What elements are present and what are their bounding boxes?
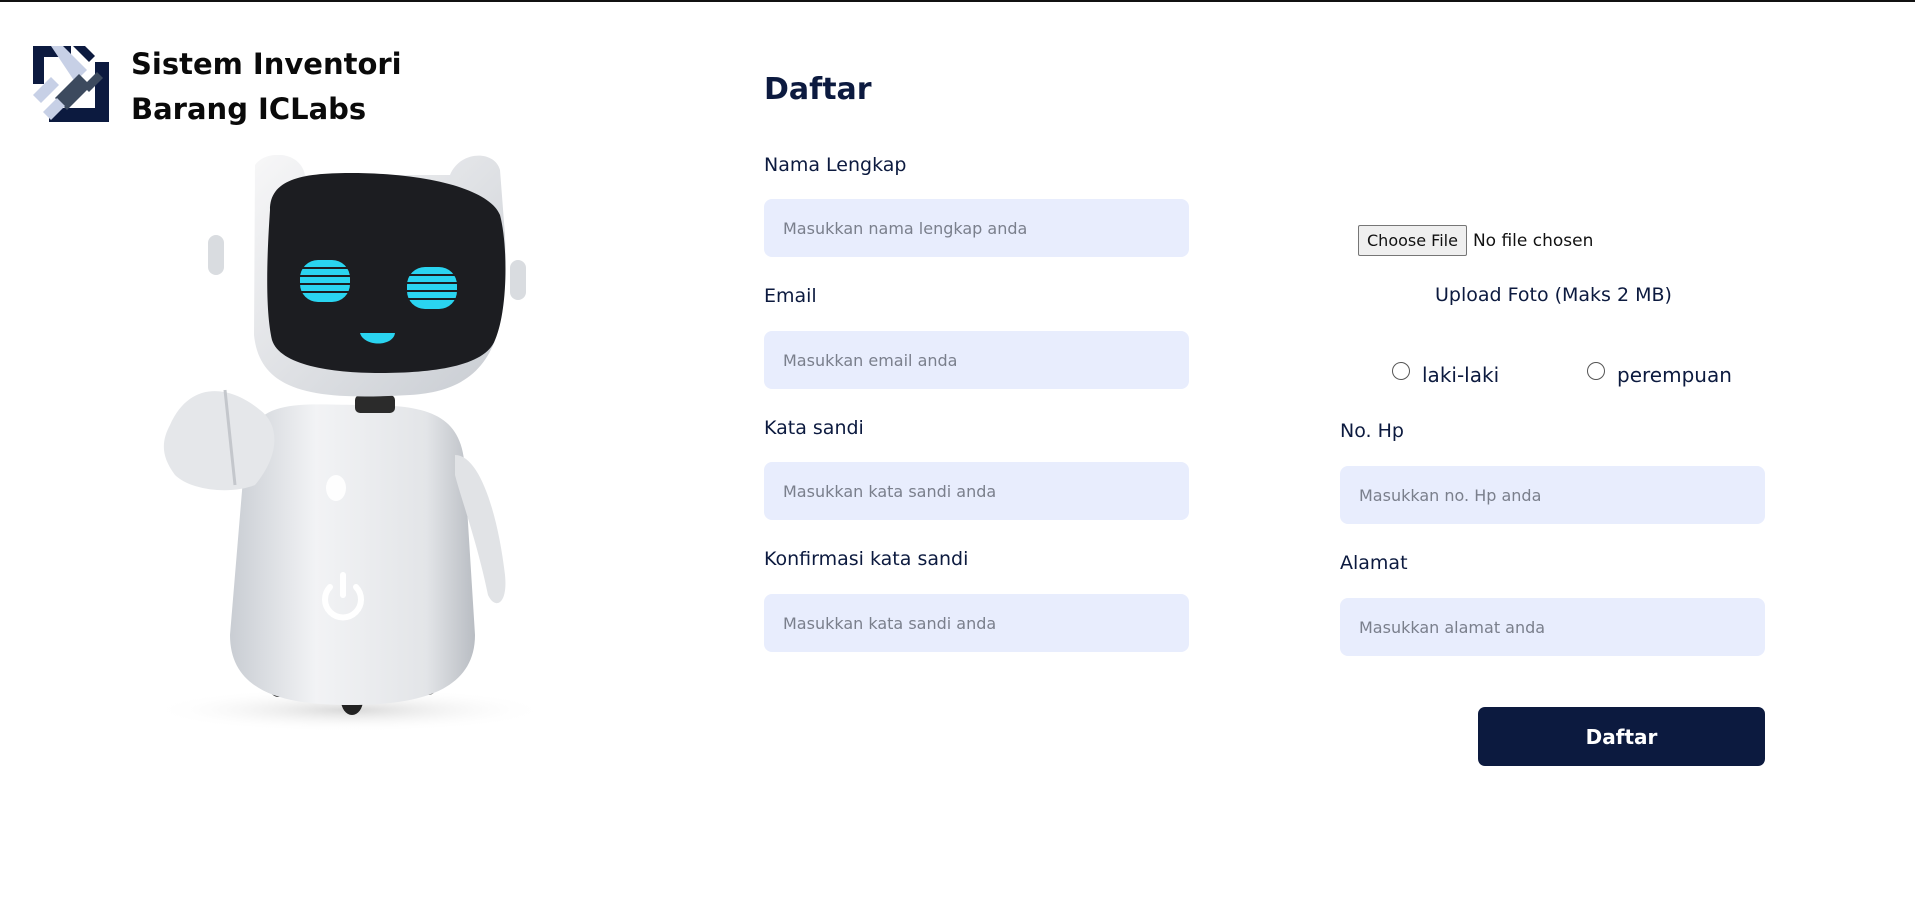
gender-label-female: perempuan xyxy=(1617,363,1732,387)
full-name-label: Nama Lengkap xyxy=(764,154,907,176)
password-input[interactable] xyxy=(764,462,1189,520)
app-title-line1: Sistem Inventori xyxy=(131,47,402,81)
address-label: Alamat xyxy=(1340,552,1408,574)
photo-upload: Choose File No file chosen xyxy=(1358,225,1593,256)
register-submit-button[interactable]: Daftar xyxy=(1478,707,1765,766)
email-label: Email xyxy=(764,285,817,307)
password-label: Kata sandi xyxy=(764,417,864,439)
file-status: No file chosen xyxy=(1472,230,1594,251)
phone-label: No. Hp xyxy=(1340,420,1404,442)
address-input[interactable] xyxy=(1340,598,1765,656)
email-input[interactable] xyxy=(764,331,1189,389)
password-confirm-label: Konfirmasi kata sandi xyxy=(764,548,969,570)
robot-mascot-illustration xyxy=(150,155,550,732)
upload-photo-note: Upload Foto (Maks 2 MB) xyxy=(1435,284,1672,306)
top-border xyxy=(0,0,1915,2)
app-title-line2: Barang ICLabs xyxy=(131,92,367,126)
gender-radio-male[interactable] xyxy=(1392,362,1410,380)
gender-label-male: laki-laki xyxy=(1422,363,1500,387)
gender-option-male[interactable]: laki-laki xyxy=(1392,355,1499,387)
password-confirm-input[interactable] xyxy=(764,594,1189,652)
gender-option-female[interactable]: perempuan xyxy=(1587,355,1732,387)
iclabs-logo-icon xyxy=(33,46,109,122)
choose-file-button[interactable]: Choose File xyxy=(1358,225,1467,256)
app-title: Sistem Inventori Barang ICLabs xyxy=(131,42,411,132)
full-name-input[interactable] xyxy=(764,199,1189,257)
brand-header: Sistem Inventori Barang ICLabs xyxy=(33,46,411,132)
phone-input[interactable] xyxy=(1340,466,1765,524)
gender-radio-female[interactable] xyxy=(1587,362,1605,380)
form-title: Daftar xyxy=(764,72,872,107)
